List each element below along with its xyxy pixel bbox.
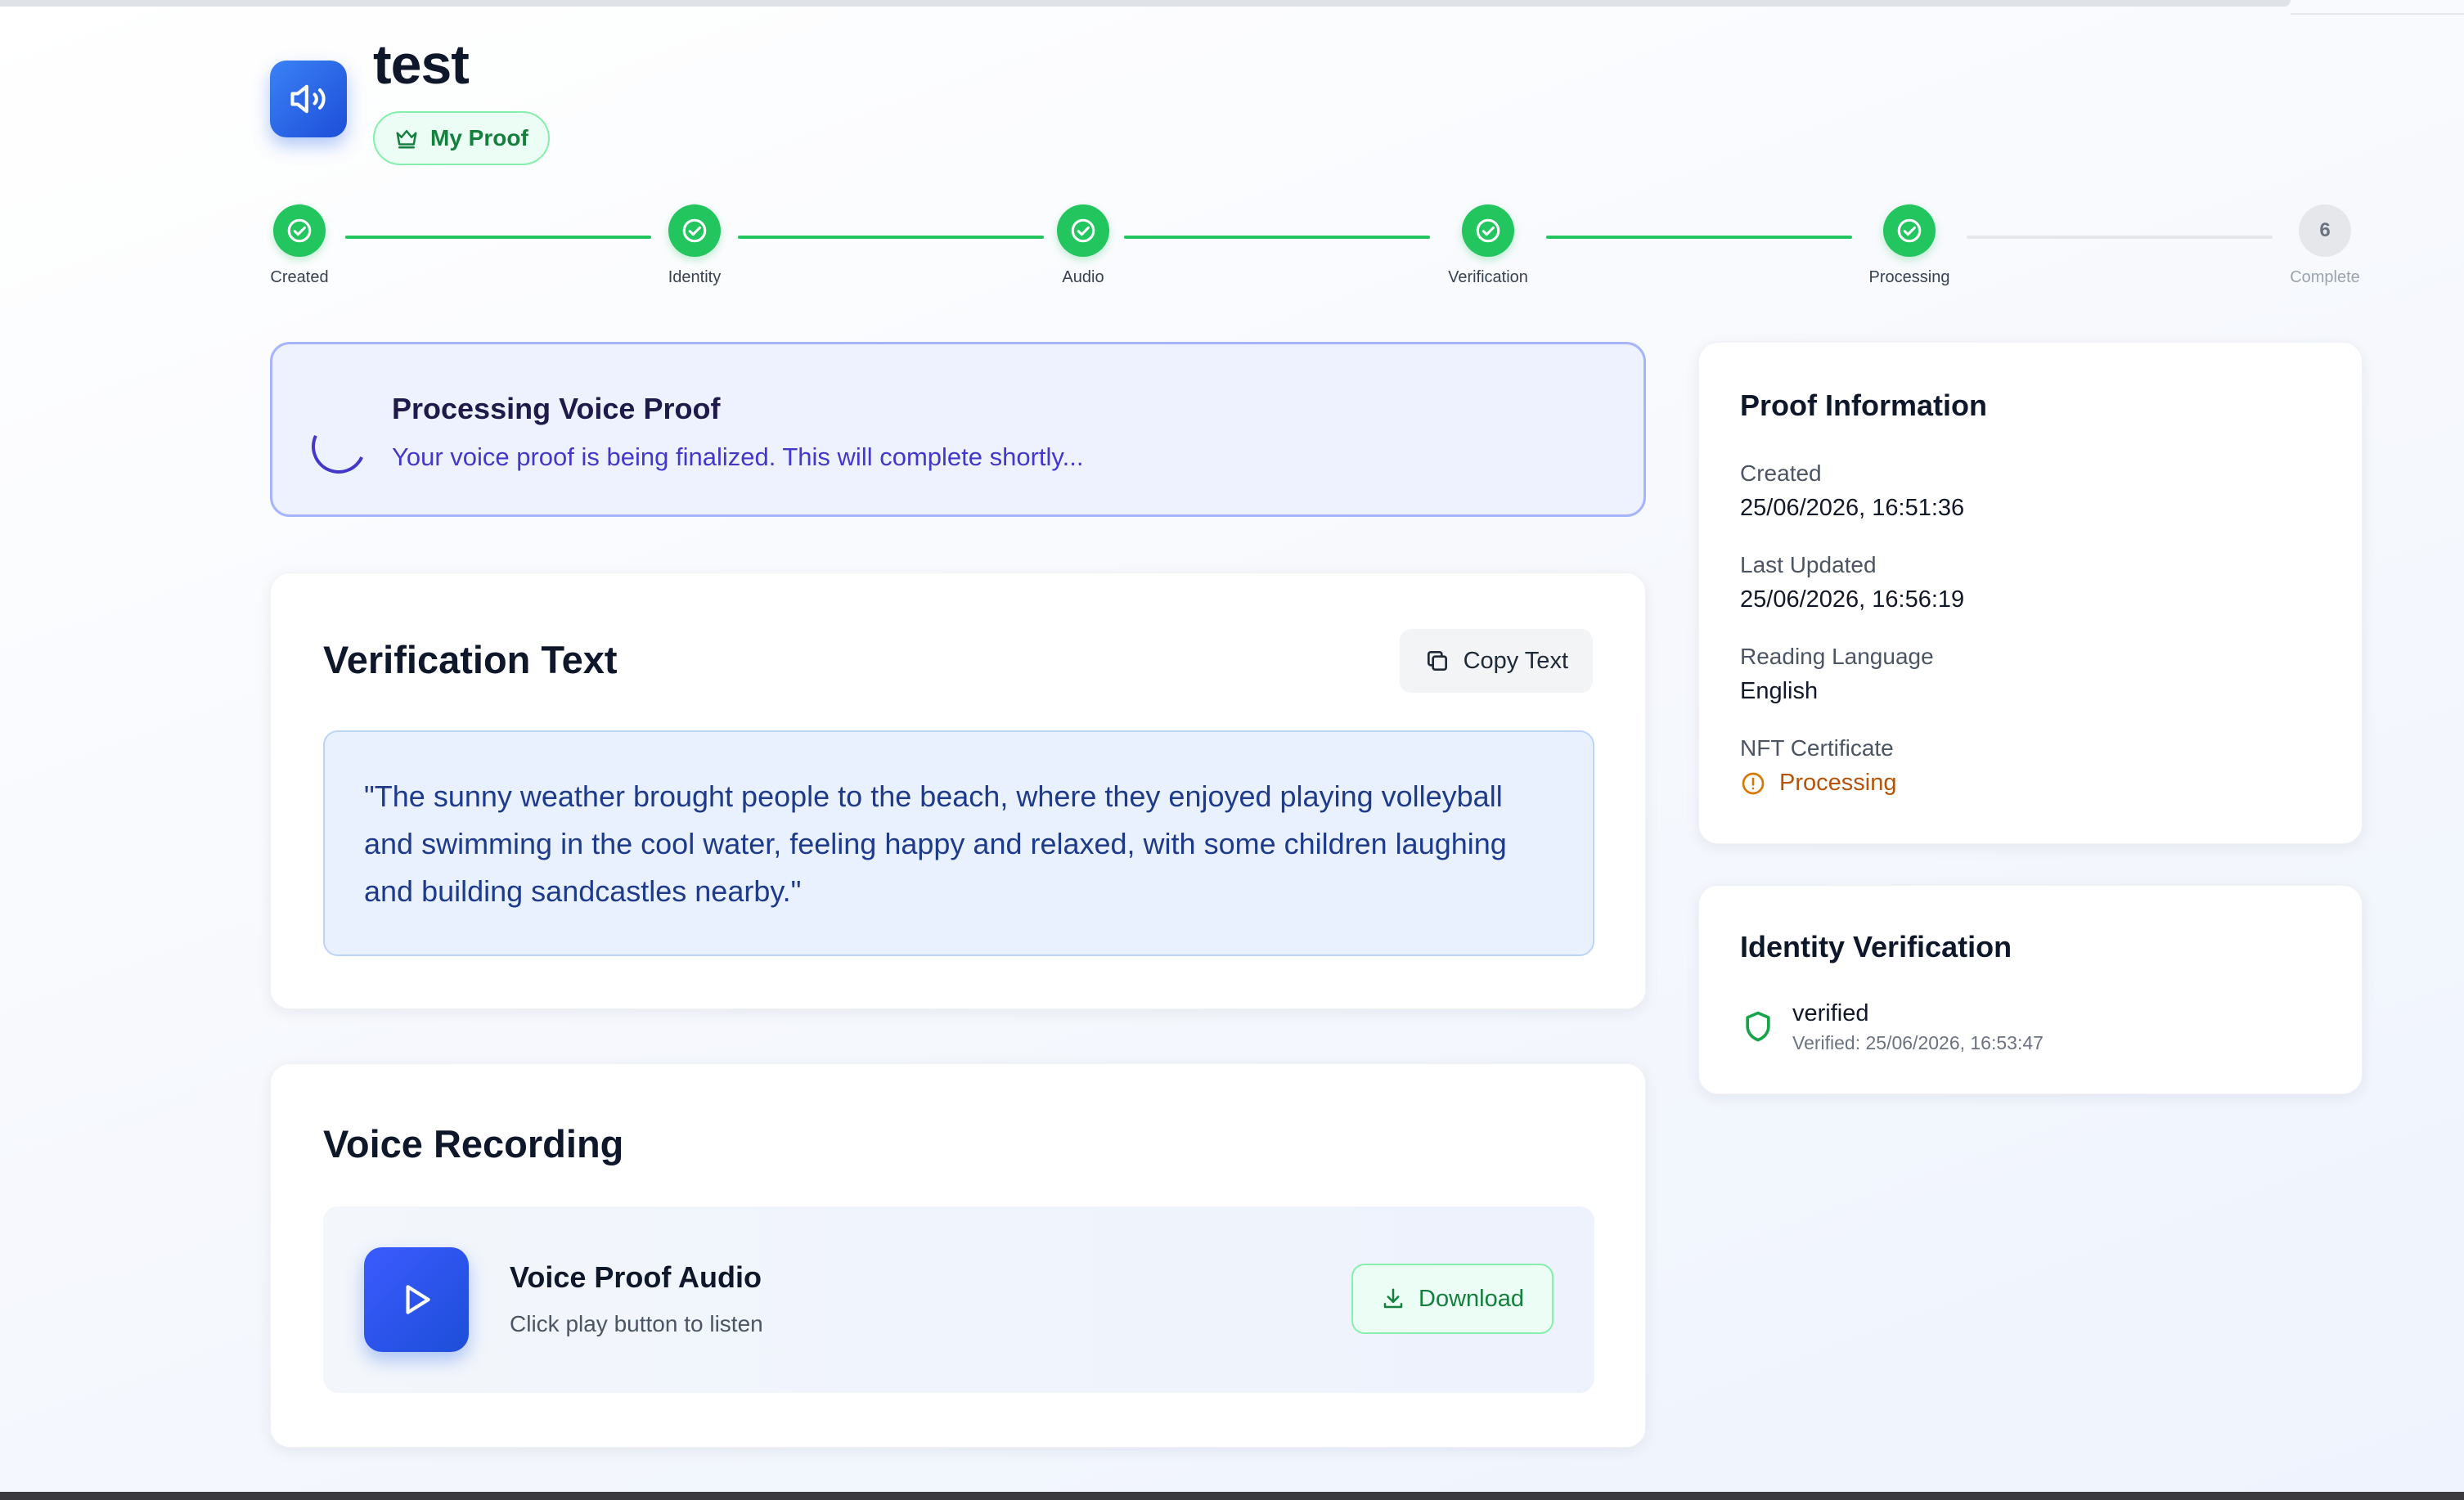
progress-stepper: Created Identity Audio Verification Proc…	[0, 204, 2464, 294]
step-label: Processing	[1868, 268, 1950, 286]
banner-subtitle: Your voice proof is being finalized. Thi…	[392, 442, 1084, 471]
reading-language-row: Reading Language English	[1740, 644, 1934, 705]
step-label: Identity	[668, 268, 722, 286]
nft-status-label: Processing	[1779, 770, 1897, 796]
crown-icon	[396, 130, 417, 149]
reading-language-value: English	[1740, 678, 1819, 704]
processing-banner: Processing Voice Proof Your voice proof …	[270, 342, 1646, 517]
verification-text-title: Verification Text	[323, 638, 618, 681]
step-connector	[1546, 236, 1852, 239]
identity-verified-date: Verified: 25/06/2026, 16:53:47	[1792, 1032, 2044, 1053]
my-proof-badge: My Proof	[373, 111, 550, 165]
created-value: 25/06/2026, 16:51:36	[1740, 495, 1965, 521]
identity-verification-card: Identity Verification verified Verified:…	[1698, 885, 2363, 1094]
browser-bottom-bar	[0, 1492, 2464, 1500]
step-audio: Audio	[1001, 204, 1165, 287]
identity-status-row: verified Verified: 25/06/2026, 16:53:47	[1740, 1000, 2044, 1054]
nft-certificate-label: NFT Certificate	[1740, 735, 1894, 761]
audio-player: Voice Proof Audio Click play button to l…	[323, 1206, 1594, 1393]
proof-information-card: Proof Information Created 25/06/2026, 16…	[1698, 342, 2363, 844]
last-updated-label: Last Updated	[1740, 552, 1877, 577]
reading-language-label: Reading Language	[1740, 644, 1934, 669]
play-button[interactable]	[364, 1247, 469, 1352]
voice-recording-card: Voice Recording Voice Proof Audio Click …	[270, 1063, 1646, 1448]
download-icon	[1383, 1288, 1403, 1309]
download-button[interactable]: Download	[1351, 1264, 1553, 1334]
browser-top-line	[2291, 13, 2464, 15]
proof-information-title: Proof Information	[1740, 388, 1987, 422]
step-label: Complete	[2290, 268, 2360, 286]
check-circle-icon	[668, 204, 721, 257]
verification-quote: "The sunny weather brought people to the…	[323, 730, 1594, 956]
speaker-icon	[270, 61, 347, 137]
last-updated-value: 25/06/2026, 16:56:19	[1740, 586, 1965, 613]
step-label: Audio	[1062, 268, 1104, 286]
loading-spinner-icon	[304, 411, 374, 482]
alert-circle-icon	[1742, 772, 1765, 794]
nft-certificate-row: NFT Certificate Processing	[1740, 735, 1896, 797]
page-title: test	[373, 34, 470, 96]
badge-label: My Proof	[430, 125, 528, 150]
check-circle-icon	[1883, 204, 1936, 257]
step-number: 6	[2299, 204, 2351, 257]
step-label: Created	[270, 268, 329, 286]
step-connector	[1967, 236, 2273, 239]
step-label: Verification	[1448, 268, 1528, 286]
step-connector	[1124, 236, 1430, 239]
download-label: Download	[1419, 1285, 1524, 1312]
copy-icon	[1427, 651, 1447, 671]
step-identity: Identity	[613, 204, 776, 287]
check-circle-icon	[1057, 204, 1109, 257]
nft-status: Processing	[1740, 770, 1896, 797]
shield-icon	[1746, 1011, 1770, 1042]
audio-title: Voice Proof Audio	[510, 1260, 762, 1294]
step-verification: Verification	[1406, 204, 1570, 287]
step-connector	[345, 236, 651, 239]
step-created: Created	[218, 204, 381, 287]
play-icon	[406, 1285, 430, 1314]
banner-title: Processing Voice Proof	[392, 392, 721, 425]
copy-text-label: Copy Text	[1463, 647, 1568, 674]
step-complete: 6 Complete	[2243, 204, 2407, 287]
verification-text-card: Verification Text Copy Text "The sunny w…	[270, 573, 1646, 1009]
browser-top-bar	[0, 0, 2291, 7]
identity-verification-title: Identity Verification	[1740, 930, 2012, 963]
step-connector	[738, 236, 1044, 239]
created-row: Created 25/06/2026, 16:51:36	[1740, 460, 1964, 522]
check-circle-icon	[1462, 204, 1514, 257]
voice-recording-title: Voice Recording	[323, 1122, 624, 1165]
step-processing: Processing	[1828, 204, 1991, 287]
copy-text-button[interactable]: Copy Text	[1399, 629, 1593, 693]
last-updated-row: Last Updated 25/06/2026, 16:56:19	[1740, 552, 1964, 613]
created-label: Created	[1740, 460, 1822, 486]
audio-subtitle: Click play button to listen	[510, 1311, 763, 1336]
identity-status: verified	[1792, 1000, 1869, 1026]
check-circle-icon	[273, 204, 326, 257]
